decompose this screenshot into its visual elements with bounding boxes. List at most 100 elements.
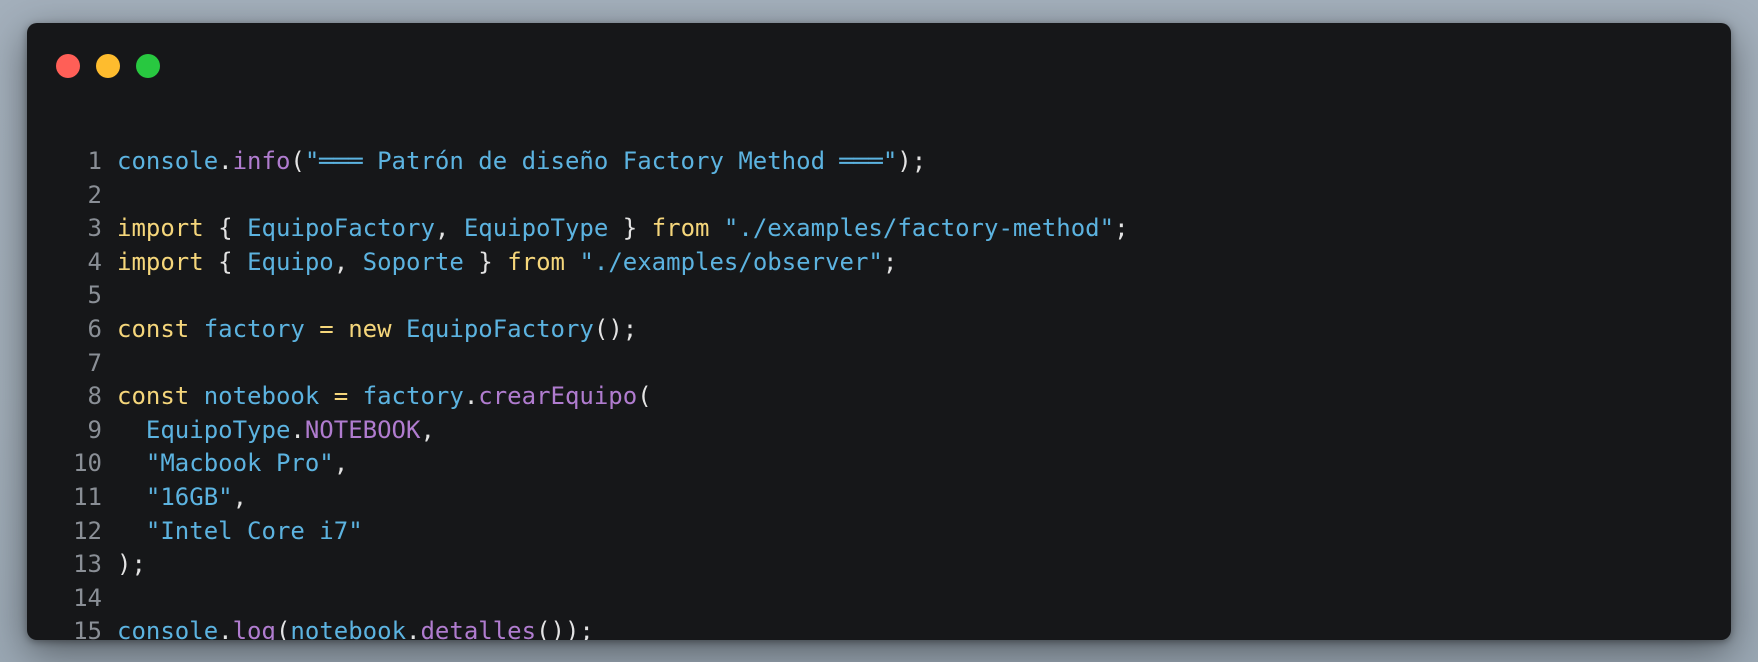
- code-line-content: "16GB",: [117, 481, 247, 515]
- code-token: EquipoFactory: [406, 314, 594, 343]
- code-token: log: [232, 617, 276, 640]
- code-token: .: [218, 147, 233, 175]
- code-line: 12 "Intel Core i7": [27, 515, 1129, 549]
- code-token: notebook: [290, 617, 407, 640]
- code-line: 5: [27, 279, 1129, 313]
- code-token: "═══ Patrón de diseño Factory Method ═══…: [304, 147, 898, 175]
- code-token: EquipoType: [463, 214, 609, 243]
- code-token: EquipoFactory: [247, 214, 435, 243]
- code-block: 1 console.info("═══ Patrón de diseño Fact…: [27, 145, 1129, 640]
- code-line: 7: [27, 347, 1129, 381]
- code-token: {: [203, 214, 248, 243]
- code-line: 8 const notebook = factory.crearEquipo(: [27, 380, 1129, 414]
- code-token: }: [608, 214, 652, 243]
- code-line-content: import { Equipo, Soporte } from "./examp…: [117, 246, 897, 280]
- code-token: factory: [203, 314, 305, 343]
- code-token: (: [637, 382, 652, 411]
- line-number: 12: [73, 516, 102, 545]
- code-token: factory: [362, 382, 464, 411]
- code-token: .: [406, 617, 421, 640]
- code-token: console: [117, 147, 219, 175]
- code-token: ();: [593, 314, 638, 343]
- line-number: 10: [73, 449, 102, 478]
- line-number: 14: [73, 583, 102, 612]
- code-line-content: console.info("═══ Patrón de diseño Facto…: [117, 145, 926, 179]
- code-token: crearEquipo: [478, 382, 638, 411]
- code-token: const: [117, 382, 190, 411]
- code-line: 10 "Macbook Pro",: [27, 447, 1129, 481]
- code-token: =: [319, 382, 363, 411]
- code-token: ,: [434, 214, 464, 243]
- line-number: 8: [87, 382, 102, 411]
- code-line: 2: [27, 179, 1129, 213]
- line-number: 4: [87, 247, 102, 276]
- close-button[interactable]: [56, 54, 80, 78]
- code-line: 14: [27, 582, 1129, 616]
- code-token: ,: [333, 247, 363, 276]
- code-token: info: [232, 147, 291, 175]
- code-token: ;: [1114, 214, 1129, 243]
- code-line-content: "Macbook Pro",: [117, 447, 348, 481]
- window-controls: [56, 54, 160, 78]
- code-token: );: [117, 550, 146, 579]
- code-token: "Intel Core i7": [145, 516, 363, 545]
- code-line-content: );: [117, 548, 146, 582]
- line-number: 2: [87, 180, 102, 209]
- code-line: 15 console.log(notebook.detalles());: [27, 615, 1129, 640]
- minimize-button[interactable]: [96, 54, 120, 78]
- line-number: 9: [87, 415, 102, 444]
- code-token: EquipoType: [145, 415, 291, 444]
- code-line: 3 import { EquipoFactory, EquipoType } fr…: [27, 212, 1129, 246]
- code-line: 1 console.info("═══ Patrón de diseño Fact…: [27, 145, 1129, 179]
- code-token: ;: [882, 247, 898, 276]
- code-token: .: [218, 617, 233, 640]
- code-line: 4 import { Equipo, Soporte } from "./exam…: [27, 246, 1129, 280]
- code-line-content: const notebook = factory.crearEquipo(: [117, 380, 652, 414]
- line-number: 13: [73, 550, 102, 579]
- code-token: import: [117, 247, 204, 276]
- code-token: console: [117, 617, 219, 640]
- line-number: 6: [87, 314, 102, 343]
- code-token: NOTEBOOK: [304, 415, 421, 444]
- code-token: (: [275, 617, 291, 640]
- line-number: 11: [73, 482, 102, 511]
- code-line: 11 "16GB",: [27, 481, 1129, 515]
- code-token: const: [117, 314, 190, 343]
- code-line-content: EquipoType.NOTEBOOK,: [117, 414, 435, 448]
- line-number: 15: [73, 617, 102, 640]
- code-token: "16GB": [145, 482, 233, 511]
- code-token: (: [290, 147, 305, 175]
- code-token: .: [290, 415, 305, 444]
- code-line-content: "Intel Core i7": [117, 515, 363, 549]
- code-line-content: const factory = new EquipoFactory();: [117, 313, 637, 347]
- maximize-button[interactable]: [136, 54, 160, 78]
- code-token: detalles: [420, 617, 537, 640]
- code-token: .: [463, 382, 479, 411]
- code-window: 1 console.info("═══ Patrón de diseño Fact…: [27, 23, 1731, 640]
- code-token: ());: [536, 617, 594, 640]
- code-line: 13);: [27, 548, 1129, 582]
- code-token: ,: [420, 415, 435, 444]
- code-token: "./examples/observer": [579, 247, 883, 276]
- code-line: 6 const factory = new EquipoFactory();: [27, 313, 1129, 347]
- code-token: {: [203, 247, 248, 276]
- code-line-content: console.log(notebook.detalles());: [117, 615, 594, 640]
- code-token: "./examples/factory-method": [723, 214, 1115, 243]
- line-number: 3: [87, 214, 102, 243]
- code-line-content: import { EquipoFactory, EquipoType } fro…: [117, 212, 1129, 246]
- code-token: );: [897, 147, 927, 175]
- code-token: }: [463, 247, 508, 276]
- code-token: "Macbook Pro": [145, 449, 334, 478]
- code-token: ,: [232, 482, 248, 511]
- line-number: 7: [87, 348, 102, 377]
- code-line: 9 EquipoType.NOTEBOOK,: [27, 414, 1129, 448]
- code-token: import: [117, 214, 204, 243]
- code-token: from: [507, 247, 565, 276]
